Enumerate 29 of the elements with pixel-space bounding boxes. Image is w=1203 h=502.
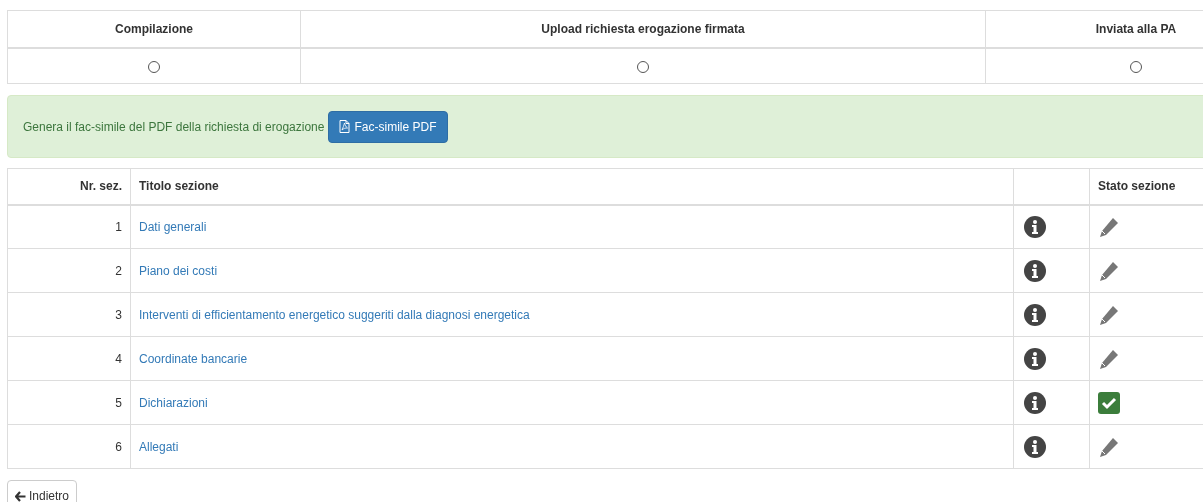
- section-link[interactable]: Coordinate bancarie: [139, 351, 248, 366]
- row-number: 2: [115, 263, 122, 278]
- column-header: Stato sezione: [1098, 179, 1176, 194]
- info-icon[interactable]: [1024, 303, 1046, 326]
- back-button[interactable]: Indietro: [7, 480, 78, 502]
- row-number: 6: [115, 439, 122, 454]
- step-header: Compilazione: [115, 21, 193, 36]
- column-header: Nr. sez.: [79, 179, 122, 194]
- step-header: Inviata alla PA: [1095, 21, 1177, 36]
- info-icon[interactable]: [1024, 391, 1046, 414]
- section-link[interactable]: Dichiarazioni: [139, 395, 208, 410]
- section-link[interactable]: Interventi di efficientamento energetico suggeriti dalla diagnosi energetica: [139, 307, 530, 322]
- info-icon[interactable]: [1024, 215, 1046, 238]
- section-link[interactable]: Allegati: [139, 439, 179, 454]
- pdf-file-icon: [339, 120, 351, 133]
- info-icon[interactable]: [1024, 347, 1046, 370]
- step-header: Upload richiesta erogazione firmata: [541, 21, 745, 36]
- row-number: 5: [115, 395, 122, 410]
- arrow-left-icon: [15, 490, 26, 502]
- row-number: 3: [115, 307, 122, 322]
- column-header: Titolo sezione: [139, 179, 219, 194]
- info-icon[interactable]: [1024, 259, 1046, 282]
- section-link[interactable]: Dati generali: [139, 219, 207, 234]
- row-number: 1: [115, 219, 122, 234]
- info-icon[interactable]: [1024, 435, 1046, 458]
- pdf-button[interactable]: Fac-simile PDF: [328, 110, 448, 143]
- alert-text: Genera il fac-simile del PDF della richiesta di erogazione: [23, 118, 325, 136]
- row-number: 4: [115, 351, 122, 366]
- section-link[interactable]: Piano dei costi: [139, 263, 218, 278]
